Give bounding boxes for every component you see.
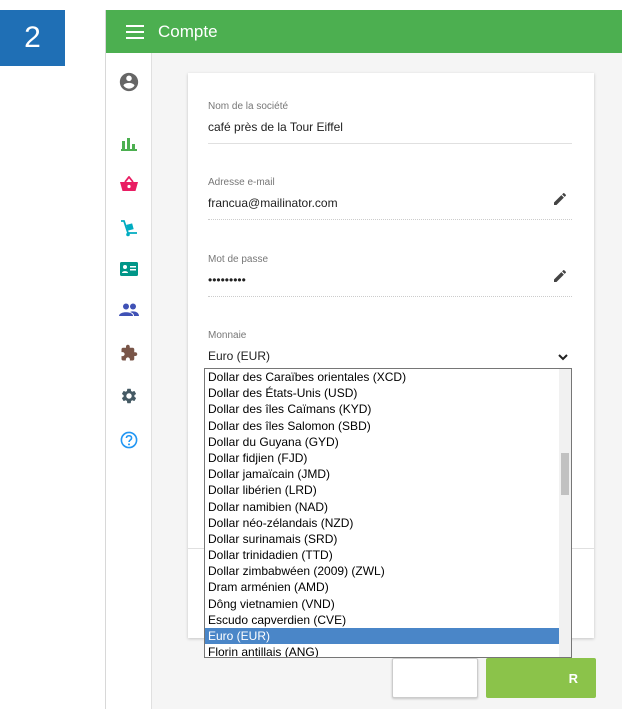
bar-chart-icon [121,138,137,151]
top-bar: Compte [106,10,622,53]
currency-dropdown-list[interactable]: Dollar des Caraïbes orientales (XCD) Doll… [204,368,572,658]
currency-option[interactable]: Dollar fidjien (FJD) [205,450,561,466]
account-circle-icon [119,72,139,92]
password-label: Mot de passe [208,254,269,265]
currency-options: Dollar des Caraïbes orientales (XCD) Doll… [205,369,561,657]
sidebar-item-customers[interactable] [106,252,152,286]
save-button-label: R [568,670,578,686]
cancel-button[interactable] [392,658,478,698]
step-number-badge: 2 [0,10,65,66]
gear-icon [121,388,137,404]
currency-option[interactable]: Dollar néo-zélandais (NZD) [205,515,561,531]
chevron-down-icon[interactable] [558,353,568,361]
currency-label: Monnaie [208,330,247,341]
currency-option[interactable]: Dollar namibien (NAD) [205,499,561,515]
edit-password-icon[interactable] [552,268,568,284]
help-icon [120,431,138,449]
company-name-label: Nom de la société [208,101,289,112]
currency-option[interactable]: Dollar des îles Salomon (SBD) [205,418,561,434]
company-name-underline [208,143,572,144]
currency-option[interactable]: Dollar jamaïcain (JMD) [205,466,561,482]
shopping-basket-icon [120,176,138,191]
step-number: 2 [24,21,41,54]
company-name-input[interactable]: café près de la Tour Eiffel [208,120,572,134]
sidebar [106,53,152,709]
sidebar-item-help[interactable] [106,423,152,457]
currency-option[interactable]: Dollar des Caraïbes orientales (XCD) [205,369,561,385]
menu-icon[interactable] [126,24,144,39]
password-underline [208,296,572,297]
currency-option[interactable]: Dram arménien (AMD) [205,579,561,595]
sidebar-item-delivery[interactable] [106,211,152,245]
currency-option[interactable]: Dollar du Guyana (GYD) [205,434,561,450]
currency-option[interactable]: Dông vietnamien (VND) [205,596,561,612]
hand-truck-icon [121,220,137,237]
currency-option[interactable]: Dollar surinamais (SRD) [205,531,561,547]
currency-option[interactable]: Euro (EUR) [205,628,561,645]
currency-option[interactable]: Escudo capverdien (CVE) [205,612,561,628]
currency-option[interactable]: Dollar trinidadien (TTD) [205,547,561,563]
password-field[interactable]: Mot de passe ••••••••• [208,254,572,297]
company-name-field[interactable]: Nom de la société café près de la Tour E… [208,101,572,144]
sidebar-item-statistics[interactable] [106,126,152,160]
email-underline [208,219,572,220]
currency-select[interactable]: Euro (EUR) [208,349,572,363]
people-icon [119,303,139,316]
email-label: Adresse e-mail [208,177,275,188]
edit-email-icon[interactable] [552,191,568,207]
email-field[interactable]: Adresse e-mail francua@mailinator.com [208,177,572,220]
currency-option[interactable]: Dollar zimbabwéen (2009) (ZWL) [205,563,561,579]
page-title: Compte [158,21,218,41]
currency-option[interactable]: Florin antillais (ANG) [205,644,561,657]
dropdown-scrollbar[interactable] [559,369,571,657]
currency-option[interactable]: Dollar des îles Caïmans (KYD) [205,401,561,417]
contact-card-icon [120,262,138,276]
sidebar-item-extensions[interactable] [106,336,152,370]
currency-option[interactable]: Dollar libérien (LRD) [205,482,561,498]
save-button[interactable]: R [486,658,596,698]
currency-option[interactable]: Dollar des États-Unis (USD) [205,385,561,401]
sidebar-item-account[interactable] [106,65,152,99]
sidebar-item-orders[interactable] [106,167,152,201]
password-input[interactable]: ••••••••• [208,273,572,287]
currency-field[interactable]: Monnaie Euro (EUR) [208,330,572,363]
email-input[interactable]: francua@mailinator.com [208,196,572,210]
sidebar-item-users[interactable] [106,293,152,327]
sidebar-item-settings[interactable] [106,379,152,413]
puzzle-icon [121,344,138,361]
scrollbar-thumb[interactable] [561,453,569,495]
